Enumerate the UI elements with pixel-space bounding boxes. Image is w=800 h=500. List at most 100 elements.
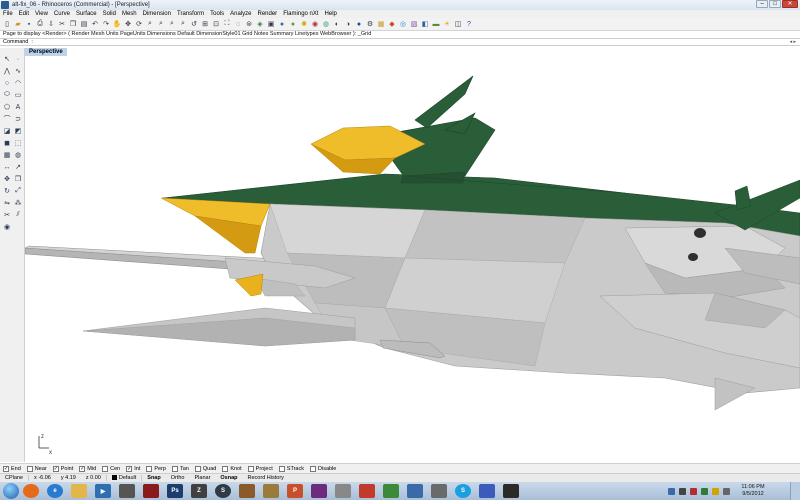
osnap-end[interactable]: ✓ End — [3, 465, 21, 472]
analyze-icon[interactable]: ◉ — [2, 222, 12, 232]
circle-icon[interactable]: ○ — [2, 78, 12, 88]
point-icon[interactable]: · — [13, 54, 23, 64]
rotate-view-icon[interactable]: ⟳ — [134, 19, 144, 29]
command-scroll-buttons[interactable]: ◂ ▸ — [790, 39, 796, 45]
record-history-toggle[interactable]: Record History — [243, 475, 289, 481]
four-view-icon[interactable]: ⊞ — [200, 19, 210, 29]
sun-icon[interactable]: ☀ — [442, 19, 452, 29]
ground-plane-icon[interactable]: ▬ — [431, 19, 441, 29]
help-icon[interactable]: ? — [464, 19, 474, 29]
osnap-near[interactable]: Near — [26, 465, 47, 472]
tray-app-icon[interactable] — [701, 487, 708, 495]
osnap-strack-checkbox[interactable] — [278, 465, 285, 472]
cut-icon[interactable]: ✂ — [57, 19, 67, 29]
command-input[interactable] — [32, 39, 633, 45]
menu-help[interactable]: Help — [322, 10, 340, 18]
osnap-cen[interactable]: Cen — [102, 465, 120, 472]
menu-render[interactable]: Render — [255, 10, 281, 18]
steam-icon[interactable]: S — [215, 484, 231, 498]
save-icon[interactable]: ▪ — [24, 19, 34, 29]
internet-explorer-icon[interactable]: e — [47, 484, 63, 498]
cplane-icon[interactable]: ⊡ — [211, 19, 221, 29]
osnap-knot[interactable]: Knot — [222, 465, 242, 472]
osnap-int-checkbox[interactable]: ✓ — [126, 465, 133, 472]
osnap-quad[interactable]: Quad — [194, 465, 216, 472]
menu-surface[interactable]: Surface — [73, 10, 100, 18]
open-folder-icon[interactable]: ▰ — [13, 19, 23, 29]
tray-power-icon[interactable] — [723, 487, 730, 495]
ghosted-view-icon[interactable]: ◐ — [332, 19, 342, 29]
osnap-knot-checkbox[interactable] — [222, 465, 229, 472]
tray-flag-icon[interactable] — [712, 487, 719, 495]
hide-icon[interactable]: ◌ — [233, 19, 243, 29]
texture-icon[interactable]: ▧ — [409, 19, 419, 29]
polygon-icon[interactable]: ⬠ — [2, 102, 12, 112]
powerpoint-icon[interactable]: P — [287, 484, 303, 498]
menu-solid[interactable]: Solid — [100, 10, 119, 18]
minimize-button[interactable]: – — [756, 0, 768, 8]
tray-network-icon[interactable] — [668, 487, 675, 495]
polyline-icon[interactable]: ⋀ — [2, 66, 12, 76]
menu-file[interactable]: File — [0, 10, 16, 18]
leader-icon[interactable]: ↗ — [13, 162, 23, 172]
ellipse-icon[interactable]: ⬭ — [2, 90, 12, 100]
layer-icon[interactable]: ◈ — [255, 19, 265, 29]
menu-transform[interactable]: Transform — [174, 10, 207, 18]
extrude-icon[interactable]: ⬚ — [13, 138, 23, 148]
osnap-tan-checkbox[interactable] — [171, 465, 178, 472]
osnap-disable-checkbox[interactable] — [310, 465, 316, 472]
new-file-icon[interactable]: ▯ — [2, 19, 12, 29]
text-icon[interactable]: A — [13, 102, 23, 112]
render-icon[interactable]: ◉ — [310, 19, 320, 29]
osnap-int[interactable]: ✓ Int — [126, 465, 140, 472]
menu-mesh[interactable]: Mesh — [119, 10, 140, 18]
box-solid-icon[interactable]: ◼ — [2, 138, 12, 148]
layer-pane[interactable]: Default — [107, 475, 143, 481]
app-14-icon[interactable] — [335, 484, 351, 498]
close-button[interactable]: ✕ — [782, 0, 798, 8]
decal-icon[interactable]: ◧ — [420, 19, 430, 29]
surface-icon[interactable]: ◪ — [2, 126, 12, 136]
trim-icon[interactable]: ✂ — [2, 210, 12, 220]
copy-object-icon[interactable]: ❐ — [13, 174, 23, 184]
render-preview-icon[interactable]: ▦ — [376, 19, 386, 29]
zoom-selected-icon[interactable]: ⌕ — [178, 19, 188, 29]
perspective-viewport-tab[interactable]: Perspective — [25, 48, 67, 56]
ortho-toggle[interactable]: Ortho — [166, 475, 190, 481]
osnap-point[interactable]: ✓ Point — [52, 465, 73, 472]
maximize-button[interactable]: □ — [769, 0, 781, 8]
osnap-end-checkbox[interactable]: ✓ — [3, 465, 9, 472]
osnap-project[interactable]: Project — [247, 465, 273, 472]
xray-view-icon[interactable]: ◑ — [343, 19, 353, 29]
offset-curve-icon[interactable]: ⊃ — [13, 114, 23, 124]
app-13-icon[interactable] — [311, 484, 327, 498]
properties-icon[interactable]: ▣ — [266, 19, 276, 29]
rectangle-icon[interactable]: ▭ — [13, 90, 23, 100]
import-icon[interactable]: ⇩ — [46, 19, 56, 29]
file-explorer-icon[interactable] — [71, 484, 87, 498]
material-icon[interactable]: ◍ — [321, 19, 331, 29]
redo-icon[interactable]: ↷ — [101, 19, 111, 29]
osnap-cen-checkbox[interactable] — [102, 465, 109, 472]
light-icon[interactable]: ✺ — [299, 19, 309, 29]
zoom-extents-icon[interactable]: ⌕ — [167, 19, 177, 29]
osnap-mid-checkbox[interactable]: ✓ — [79, 465, 86, 472]
osnap-quad-checkbox[interactable] — [194, 465, 201, 472]
menu-analyze[interactable]: Analyze — [227, 10, 254, 18]
menu-tools[interactable]: Tools — [207, 10, 227, 18]
menu-curve[interactable]: Curve — [51, 10, 73, 18]
photoshop-icon[interactable]: Ps — [167, 484, 183, 498]
menu-view[interactable]: View — [32, 10, 51, 18]
camera-icon[interactable]: ◫ — [453, 19, 463, 29]
planar-toggle[interactable]: Planar — [190, 475, 216, 481]
environment-icon[interactable]: ◎ — [398, 19, 408, 29]
perspective-viewport[interactable]: z x Perspective — [25, 48, 800, 462]
osnap-tan[interactable]: Tan — [171, 465, 189, 472]
osnap-disable[interactable]: Disable — [310, 465, 336, 472]
app-15-icon[interactable] — [359, 484, 375, 498]
fillet-curve-icon[interactable]: ⌒ — [2, 114, 12, 124]
app-21-icon[interactable] — [503, 484, 519, 498]
flamingo-render-icon[interactable]: ◆ — [387, 19, 397, 29]
boolean-icon[interactable]: ◍ — [13, 150, 23, 160]
move-icon[interactable]: ✥ — [2, 174, 12, 184]
